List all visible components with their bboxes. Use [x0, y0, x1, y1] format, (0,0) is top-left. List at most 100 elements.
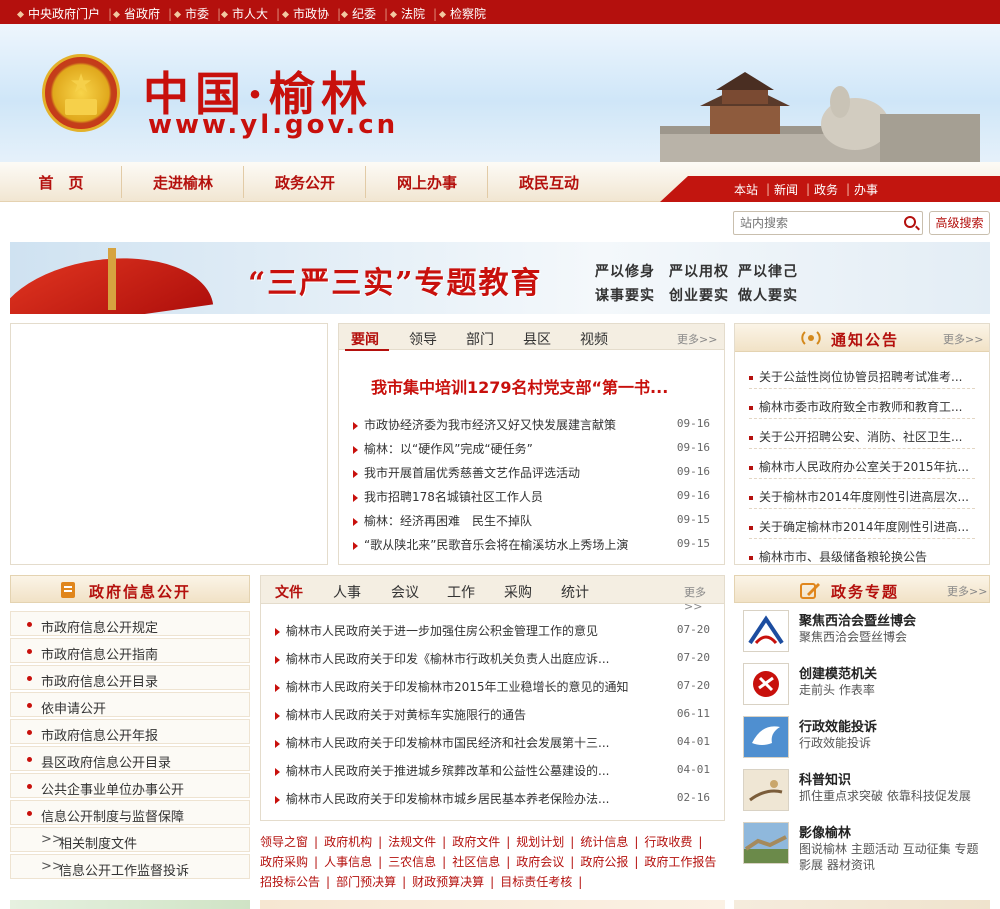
quick-link[interactable]: 社区信息 — [452, 855, 500, 869]
tab-meetings[interactable]: 会议 — [391, 582, 419, 602]
scope-site[interactable]: 本站 — [734, 181, 758, 198]
news-item[interactable]: 市政协经济委为我市经济又好又快发展建言献策 — [353, 416, 616, 433]
tab-departments[interactable]: 部门 — [466, 329, 494, 349]
quick-link[interactable]: 部门预决算 — [336, 875, 396, 889]
doc-item[interactable]: 榆林市人民政府关于进一步加强住房公积金管理工作的意见 — [275, 622, 598, 639]
notice-more-link[interactable]: 更多>> — [943, 331, 983, 347]
news-panel: 要闻 领导 部门 县区 视频 更多>> 我市集中培训1279名村党支部“第一书.… — [338, 323, 725, 565]
topbar-link-2[interactable]: 市委 | — [173, 5, 221, 22]
news-date: 09-16 — [676, 489, 710, 502]
quick-link[interactable]: 政府公报 — [580, 855, 628, 869]
info-public-item[interactable]: 县区政府信息公开目录 — [10, 746, 250, 771]
doc-item[interactable]: 榆林市人民政府关于印发榆林市国民经济和社会发展第十三... — [275, 734, 609, 751]
notice-item[interactable]: 榆林市市、县级储备粮轮换公告 — [749, 548, 927, 565]
search-icon[interactable] — [904, 216, 916, 228]
topbar-link-3[interactable]: 市人大 | — [220, 5, 280, 22]
news-more-link[interactable]: 更多>> — [677, 331, 717, 347]
quick-link[interactable]: 政府文件 — [452, 835, 500, 849]
news-item[interactable]: 我市招聘178名城镇社区工作人员 — [353, 488, 543, 505]
doc-item[interactable]: 榆林市人民政府关于印发《榆林市行政机关负责人出庭应诉... — [275, 650, 609, 667]
tab-statistics[interactable]: 统计 — [561, 582, 589, 602]
doc-date: 04-01 — [676, 735, 710, 748]
info-public-item[interactable]: 市政府信息公开规定 — [10, 611, 250, 636]
info-public-item[interactable]: >> 相关制度文件 — [10, 827, 250, 852]
quick-link[interactable]: 财政预算决算 — [412, 875, 484, 889]
notice-item[interactable]: 关于公开招聘公安、消防、社区卫生... — [749, 428, 962, 445]
topbar-link-1[interactable]: 省政府 | — [112, 5, 172, 22]
news-headline[interactable]: 我市集中培训1279名村党支部“第一书... — [371, 374, 668, 398]
info-public-item[interactable]: >> 信息公开工作监督投诉 — [10, 854, 250, 879]
scope-gov[interactable]: 政务 — [814, 181, 838, 198]
nav-gov-affairs[interactable]: 政务公开 — [244, 172, 366, 193]
topic-item[interactable]: 行政效能投诉 行政效能投诉 — [743, 716, 979, 764]
notice-item[interactable]: 关于公益性岗位协管员招聘考试准考... — [749, 368, 962, 385]
topics-more-link[interactable]: 更多>> — [947, 583, 987, 599]
topbar-link-0[interactable]: 中央政府门户 | — [16, 5, 112, 22]
topbar-link-6[interactable]: 法院 | — [389, 5, 437, 22]
promo-banner[interactable]: “三严三实”专题教育 严以修身 严以用权 严以律己 谋事要实 创业要实 做人要实 — [10, 242, 990, 314]
info-public-item[interactable]: 市政府信息公开年报 — [10, 719, 250, 744]
doc-item[interactable]: 榆林市人民政府关于印发榆林市2015年工业稳增长的意见的通知 — [275, 678, 629, 695]
topic-item[interactable]: 科普知识 抓住重点求突破 依靠科技促发展 — [743, 769, 979, 817]
photo-slideshow[interactable] — [10, 323, 328, 565]
info-public-item[interactable]: 公共企事业单位办事公开 — [10, 773, 250, 798]
quick-link[interactable]: 政府会议 — [516, 855, 564, 869]
tab-video[interactable]: 视频 — [580, 329, 608, 349]
info-public-item[interactable]: 依申请公开 — [10, 692, 250, 717]
doc-item[interactable]: 榆林市人民政府关于印发榆林市城乡居民基本养老保险办法... — [275, 790, 609, 807]
topic-item[interactable]: 创建模范机关 走前头 作表率 — [743, 663, 979, 711]
topbar-link-4[interactable]: 市政协 | — [281, 5, 341, 22]
scope-service[interactable]: 办事 — [854, 181, 878, 198]
nav-interaction[interactable]: 政民互动 — [488, 172, 610, 193]
topbar-link-7[interactable]: 检察院 — [438, 5, 486, 22]
info-public-item[interactable]: 市政府信息公开指南 — [10, 638, 250, 663]
quick-link[interactable]: 行政收费 — [644, 835, 692, 849]
notice-item[interactable]: 榆林市人民政府办公室关于2015年抗... — [749, 458, 969, 475]
quick-link[interactable]: 政府工作报告 — [644, 855, 716, 869]
news-item[interactable]: 我市开展首届优秀慈善文艺作品评选活动 — [353, 464, 580, 481]
scope-news[interactable]: 新闻 — [774, 181, 798, 198]
quick-link[interactable]: 目标责任考核 — [500, 875, 572, 889]
advanced-search-button[interactable]: 高级搜索 — [929, 211, 990, 235]
topic-item[interactable]: 聚焦西洽会暨丝博会 聚焦西洽会暨丝博会 — [743, 610, 979, 658]
banner-title: “三严三实”专题教育 — [248, 266, 543, 301]
news-item[interactable]: 榆林：经济再困难 民生不掉队 — [353, 512, 532, 529]
quick-link[interactable]: 政府机构 — [324, 835, 372, 849]
tab-leaders[interactable]: 领导 — [409, 329, 437, 349]
docs-more-link[interactable]: 更多>> — [684, 584, 724, 613]
info-public-item[interactable]: 市政府信息公开目录 — [10, 665, 250, 690]
nav-about[interactable]: 走进榆林 — [122, 172, 244, 193]
quick-link[interactable]: 领导之窗 — [260, 835, 308, 849]
news-date: 09-16 — [676, 441, 710, 454]
quick-link[interactable]: 三农信息 — [388, 855, 436, 869]
info-public-item[interactable]: 信息公开制度与监督保障 — [10, 800, 250, 825]
tab-personnel[interactable]: 人事 — [333, 582, 361, 602]
news-item[interactable]: 榆林：以“硬作风”完成“硬任务” — [353, 440, 533, 457]
notice-item[interactable]: 关于榆林市2014年度刚性引进高层次... — [749, 488, 969, 505]
doc-item[interactable]: 榆林市人民政府关于对黄标车实施限行的通告 — [275, 706, 526, 723]
quick-link[interactable]: 法规文件 — [388, 835, 436, 849]
nav-online-service[interactable]: 网上办事 — [366, 172, 488, 193]
tab-headlines[interactable]: 要闻 — [351, 329, 379, 349]
doc-item[interactable]: 榆林市人民政府关于推进城乡殡葬改革和公益性公墓建设的... — [275, 762, 609, 779]
topic-item[interactable]: 影像榆林 图说榆林 主题活动 互动征集 专题影展 器材资讯 — [743, 822, 979, 878]
notice-item[interactable]: 榆林市委市政府致全市教师和教育工... — [749, 398, 962, 415]
nav-home[interactable]: 首 页 — [0, 172, 122, 193]
topbar-link-5[interactable]: 纪委 | — [340, 5, 388, 22]
tab-procurement[interactable]: 采购 — [504, 582, 532, 602]
active-tab-underline — [345, 349, 389, 351]
quick-link[interactable]: 规划计划 — [516, 835, 564, 849]
quick-link[interactable]: 统计信息 — [580, 835, 628, 849]
news-item[interactable]: “歌从陕北来”民歌音乐会将在榆溪坊水上秀场上演 — [353, 536, 628, 553]
quick-link[interactable]: 政府采购 — [260, 855, 308, 869]
slogan: 谋事要实 — [595, 288, 655, 304]
notice-item[interactable]: 关于确定榆林市2014年度刚性引进高... — [749, 518, 969, 535]
quick-link[interactable]: 招投标公告 — [260, 875, 320, 889]
news-tabs: 要闻 领导 部门 县区 视频 更多>> — [339, 324, 724, 350]
search-input[interactable] — [734, 212, 894, 234]
tab-files[interactable]: 文件 — [275, 582, 303, 602]
slogan: 严以律己 — [738, 264, 798, 280]
tab-work[interactable]: 工作 — [447, 582, 475, 602]
quick-link[interactable]: 人事信息 — [324, 855, 372, 869]
tab-counties[interactable]: 县区 — [523, 329, 551, 349]
